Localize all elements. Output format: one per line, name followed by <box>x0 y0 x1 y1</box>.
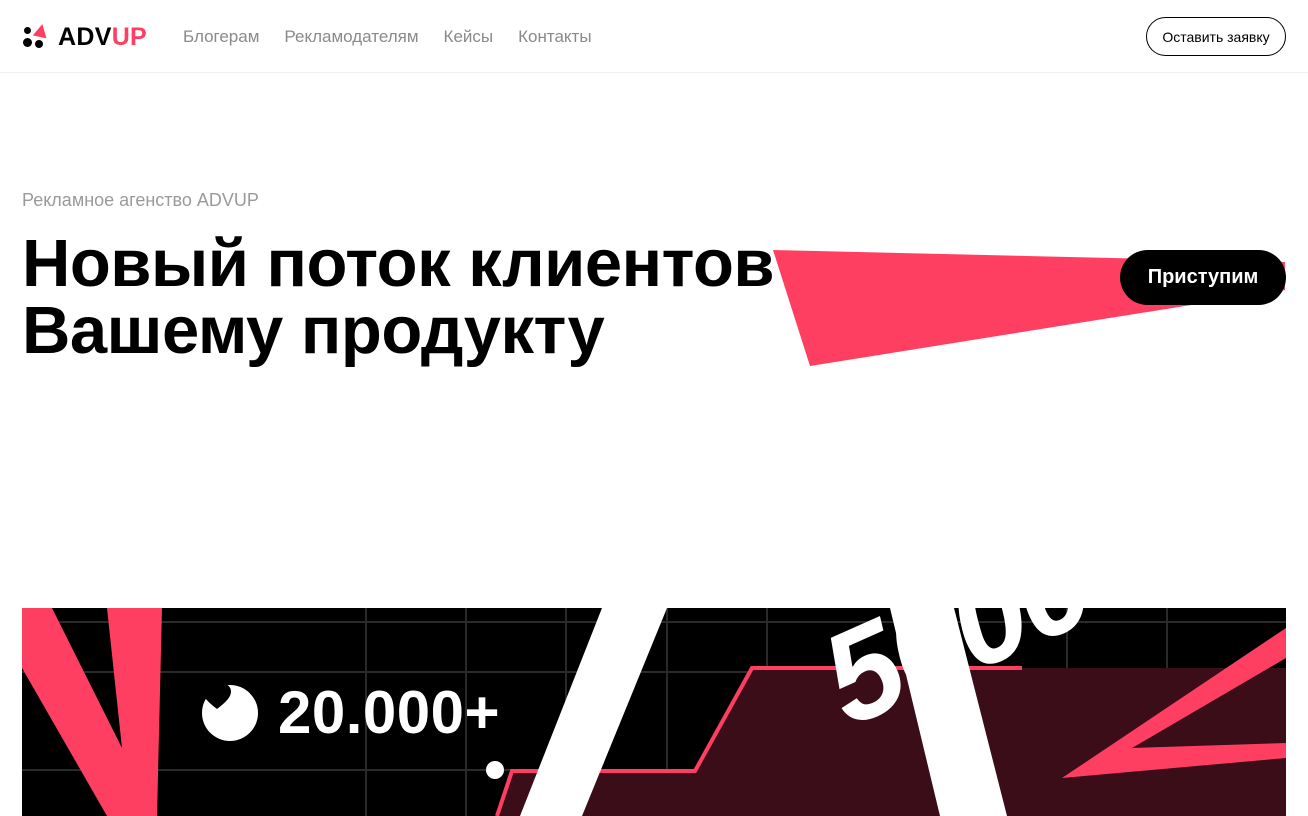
hero-title-line1: Новый поток клиентов <box>22 226 775 301</box>
hero-subtitle: Рекламное агенство ADVUP <box>22 190 259 210</box>
logo-text: ADVUP <box>58 22 148 51</box>
hero-banner: 20.000+ 5000 <box>22 608 1286 816</box>
logo[interactable]: ADVUP <box>22 22 147 52</box>
nav-item-bloggers[interactable]: Блогерам <box>183 26 259 48</box>
main-nav: Блогерам Рекламодателям Кейсы Контакты <box>183 26 592 48</box>
likes-stat: 20.000+ <box>202 683 500 743</box>
start-button[interactable]: Приступим <box>1120 250 1286 305</box>
heart-icon <box>202 684 258 741</box>
pink-v-shape <box>22 608 162 816</box>
leave-request-button[interactable]: Оставить заявку <box>1146 17 1286 56</box>
growth-point <box>486 761 504 779</box>
nav-item-cases[interactable]: Кейсы <box>444 26 494 48</box>
hero-title: Новый поток клиентов Вашему продукту <box>22 226 775 368</box>
nav-item-advertisers[interactable]: Рекламодателям <box>284 26 418 48</box>
logo-mark-icon <box>22 22 50 51</box>
hero-title-line2: Вашему продукту <box>22 293 605 368</box>
site-header: ADVUP Блогерам Рекламодателям Кейсы Конт… <box>0 0 1308 73</box>
nav-item-contacts[interactable]: Контакты <box>518 26 591 48</box>
likes-stat-value: 20.000+ <box>278 679 501 746</box>
